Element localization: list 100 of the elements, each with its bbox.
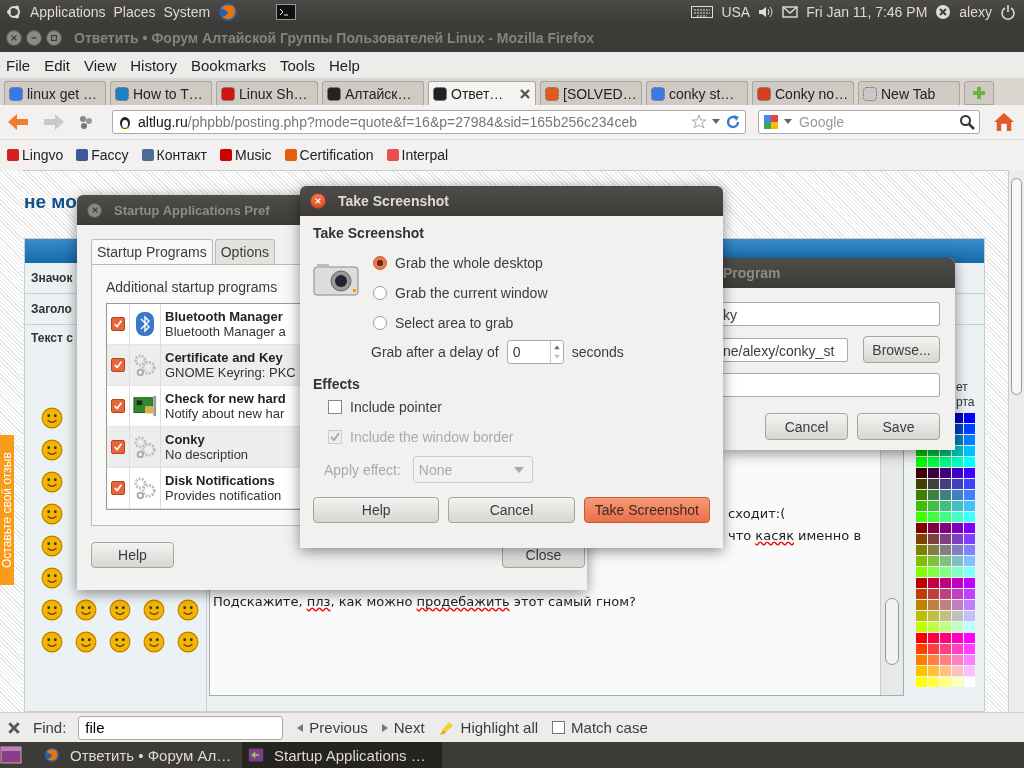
smiley-icon[interactable]	[41, 503, 63, 525]
panel-menu[interactable]: System	[163, 4, 211, 20]
home-icon[interactable]	[992, 112, 1016, 132]
reload-icon[interactable]	[725, 114, 741, 130]
panel-menu[interactable]: Applications	[30, 4, 106, 20]
volume-icon[interactable]	[758, 4, 775, 20]
menu-item[interactable]: Edit	[44, 56, 71, 74]
camera-icon	[313, 262, 359, 296]
color-palette[interactable]	[916, 413, 976, 688]
taskbar-item[interactable]: Ответить • Форум Ал…	[38, 742, 238, 768]
browser-tab[interactable]: linux get …	[4, 81, 106, 105]
keyboard-layout[interactable]: USA	[721, 4, 751, 20]
panel-menu[interactable]: Places	[113, 4, 156, 20]
radio-option[interactable]: Grab the whole desktop	[373, 248, 624, 278]
user-icon[interactable]	[935, 4, 952, 20]
power-icon[interactable]	[1000, 4, 1016, 20]
smiley-icon[interactable]	[41, 535, 63, 557]
checkbox[interactable]	[111, 440, 125, 454]
highlight-all-button[interactable]: Highlight all	[438, 719, 539, 736]
browser-tab[interactable]: New Tab	[858, 81, 960, 105]
menu-item[interactable]: Tools	[280, 56, 315, 74]
smiley-icon[interactable]	[41, 407, 63, 429]
clock[interactable]: Fri Jan 11, 7:46 PM	[806, 4, 928, 20]
logo-icon[interactable]	[6, 4, 22, 20]
checkbox[interactable]	[111, 358, 125, 372]
dialog-button[interactable]: Help	[313, 497, 440, 523]
bookmark-link[interactable]: Контакт	[140, 147, 208, 163]
dialog-button[interactable]: Cancel	[448, 497, 575, 523]
match-case-checkbox[interactable]: Match case	[552, 719, 648, 736]
maximize-button[interactable]	[46, 30, 62, 46]
next-button[interactable]: Next	[381, 719, 425, 736]
address-field[interactable]: altlug.ru/phpbb/posting.php?mode=quote&f=16&p=27984&sid=165b256c234ceb	[112, 110, 746, 134]
smiley-icon[interactable]	[41, 599, 63, 621]
checkbox-option[interactable]: Include pointer	[328, 392, 710, 422]
checkbox[interactable]	[111, 317, 125, 331]
user-name[interactable]: alexy	[959, 4, 992, 20]
smiley-icon[interactable]	[177, 631, 199, 653]
browser-tab[interactable]: How to T…	[110, 81, 212, 105]
bookmark-link[interactable]: Music	[219, 147, 272, 163]
browser-tab[interactable]: Алтайск…	[322, 81, 424, 105]
smiley-icon[interactable]	[143, 599, 165, 621]
star-icon[interactable]	[691, 114, 707, 130]
radio-option[interactable]: Select area to grab	[373, 308, 624, 338]
mail-icon[interactable]	[782, 4, 799, 20]
bookmark-icon	[75, 148, 90, 162]
browser-tab[interactable]: Linux Sh…	[216, 81, 318, 105]
bookmark-link[interactable]: Certification	[283, 147, 374, 163]
search-engine-icon[interactable]	[763, 114, 779, 130]
menu-item[interactable]: Bookmarks	[190, 56, 266, 74]
browser-tab[interactable]: conky st…	[646, 81, 748, 105]
bookmark-link[interactable]: Faccy	[75, 147, 129, 163]
keyboard-icon[interactable]	[691, 6, 714, 18]
caret-icon[interactable]	[712, 119, 720, 125]
browser-tab[interactable]: Ответ…	[428, 81, 536, 105]
search-field[interactable]: Google	[758, 110, 980, 134]
smiley-icon[interactable]	[109, 599, 131, 621]
minimize-button[interactable]	[26, 30, 42, 46]
smiley-icon[interactable]	[41, 631, 63, 653]
smiley-icon[interactable]	[75, 631, 97, 653]
command-field[interactable]: ne/alexy/conky_st	[723, 337, 848, 362]
bookmark-link[interactable]: Lingvo	[6, 147, 64, 163]
cancel-button[interactable]: Cancel	[765, 413, 848, 440]
help-button[interactable]: Help	[91, 542, 174, 568]
smiley-icon[interactable]	[109, 631, 131, 653]
browse-button[interactable]: Browse...	[863, 336, 940, 363]
menu-item[interactable]: File	[6, 56, 31, 74]
taskbar-item[interactable]: Startup Applications …	[242, 742, 442, 768]
comment-field[interactable]	[723, 373, 940, 397]
find-field[interactable]: file	[78, 715, 284, 740]
browser-icon[interactable]	[218, 2, 239, 22]
smiley-icon[interactable]	[143, 631, 165, 653]
previous-button[interactable]: Previous	[297, 719, 368, 736]
save-button[interactable]: Save	[857, 413, 940, 440]
smiley-icon[interactable]	[75, 599, 97, 621]
close-icon[interactable]	[7, 720, 21, 735]
search-icon[interactable]	[959, 114, 975, 130]
menu-item[interactable]: Help	[329, 56, 360, 74]
scrollbar[interactable]	[1008, 170, 1024, 712]
smiley-icon[interactable]	[41, 439, 63, 461]
bookmark-link[interactable]: Interpal	[385, 147, 449, 163]
radio-option[interactable]: Grab the current window	[373, 278, 624, 308]
terminal-icon[interactable]	[276, 4, 297, 20]
smiley-icon[interactable]	[41, 471, 63, 493]
checkbox[interactable]	[111, 481, 125, 495]
menu-item[interactable]: History	[130, 56, 177, 74]
checkbox[interactable]	[111, 399, 125, 413]
browser-tab[interactable]: Conky no…	[752, 81, 854, 105]
close-button[interactable]	[310, 193, 326, 209]
dialog-button[interactable]: Take Screenshot	[583, 497, 710, 523]
delay-spinbox[interactable]: 0	[506, 340, 564, 364]
smiley-icon[interactable]	[41, 567, 63, 589]
name-field[interactable]: ky	[723, 302, 940, 326]
dialog-tab[interactable]: Options	[214, 239, 275, 264]
close-icon[interactable]	[519, 87, 531, 100]
browser-tab[interactable]: [SOLVED…	[540, 81, 642, 105]
smiley-icon[interactable]	[177, 599, 199, 621]
caret-icon[interactable]	[784, 119, 792, 125]
dialog-tab[interactable]: Startup Programs	[91, 239, 213, 264]
menu-item[interactable]: View	[84, 56, 117, 74]
cluster-icon[interactable]	[78, 114, 94, 130]
